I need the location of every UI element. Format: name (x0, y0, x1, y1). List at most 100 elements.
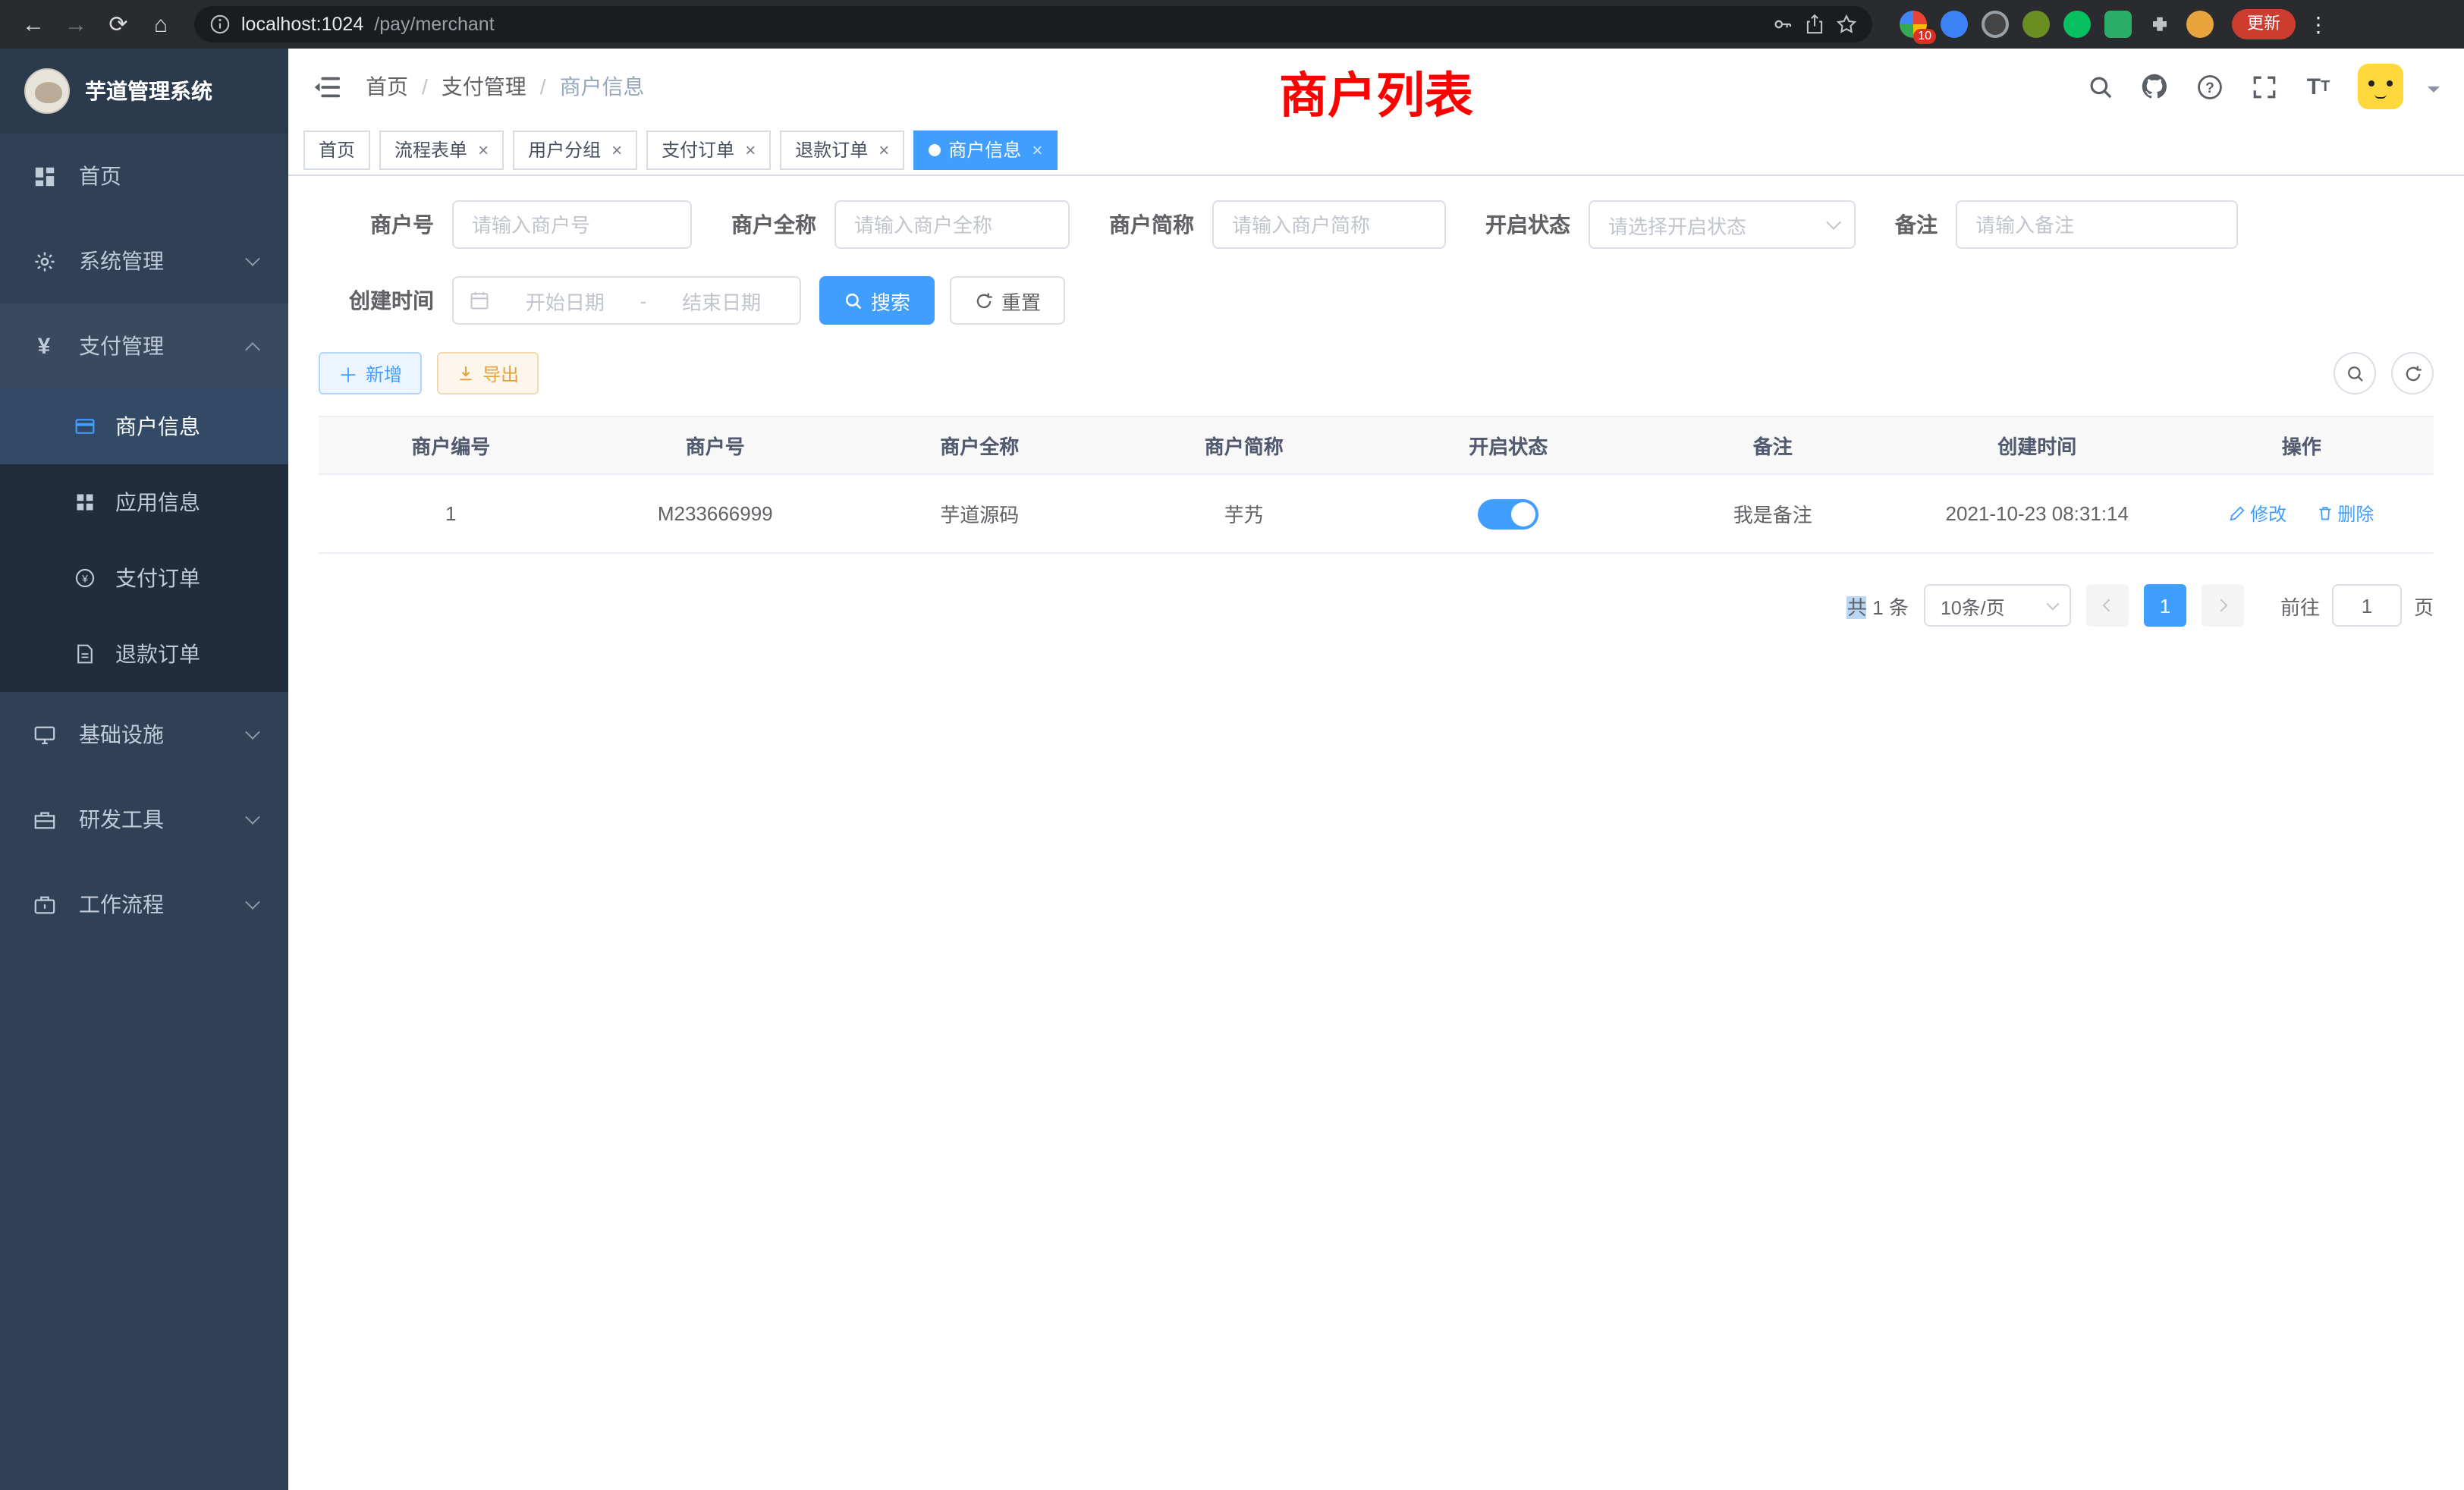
page-content: 商户号 商户全称 商户简称 开启状态 请选择开启状态 (288, 176, 2464, 1490)
home-icon[interactable]: ⌂ (143, 6, 179, 42)
extension-badge: 10 (1913, 29, 1936, 44)
close-icon[interactable]: × (611, 140, 622, 159)
extension-icon[interactable] (2022, 11, 2050, 38)
yen-icon: ¥ (30, 333, 58, 359)
profile-avatar-icon[interactable] (2186, 11, 2214, 38)
chevron-down-icon (1826, 215, 1841, 230)
app-title: 芋道管理系统 (85, 76, 212, 106)
tab-process-form[interactable]: 流程表单 × (379, 130, 504, 169)
coin-icon: ¥ (73, 567, 97, 589)
prev-page-button[interactable] (2086, 584, 2129, 627)
svg-text:?: ? (2205, 80, 2214, 96)
sidebar-item-workflow[interactable]: 工作流程 (0, 862, 288, 947)
col-remark: 备注 (1641, 417, 1906, 474)
sidebar-item-label: 首页 (79, 161, 121, 191)
chevron-down-icon (245, 809, 260, 825)
payment-submenu: 商户信息 应用信息 ¥ 支付订单 (0, 388, 288, 692)
close-icon[interactable]: × (478, 140, 489, 159)
merchant-short-input[interactable] (1212, 200, 1446, 249)
breadcrumb-payment[interactable]: 支付管理 (442, 71, 526, 102)
delete-link[interactable]: 删除 (2316, 501, 2374, 527)
tab-home[interactable]: 首页 (303, 130, 370, 169)
extension-icon[interactable]: 10 (1900, 11, 1927, 38)
col-status: 开启状态 (1376, 417, 1641, 474)
reset-button[interactable]: 重置 (950, 276, 1065, 325)
merchant-name-input[interactable] (834, 200, 1070, 249)
sidebar-item-dev-tools[interactable]: 研发工具 (0, 777, 288, 862)
cell-merchant-name: 芋道源码 (847, 474, 1112, 553)
app-logo[interactable]: 芋道管理系统 (0, 49, 288, 134)
goto-page-input[interactable] (2332, 584, 2402, 627)
extension-icon[interactable] (2063, 11, 2091, 38)
fullscreen-icon[interactable] (2249, 71, 2279, 102)
breadcrumb-current: 商户信息 (560, 71, 645, 102)
tab-user-group[interactable]: 用户分组 × (513, 130, 637, 169)
toggle-search-button[interactable] (2334, 352, 2376, 395)
table-header-row: 商户编号 商户号 商户全称 商户简称 开启状态 备注 创建时间 操作 (319, 417, 2434, 474)
sidebar-item-label: 系统管理 (79, 246, 164, 276)
card-icon (73, 416, 97, 437)
sidebar-item-label: 支付管理 (79, 331, 164, 361)
briefcase-icon (30, 893, 58, 916)
back-icon[interactable]: ← (15, 6, 52, 42)
edit-link[interactable]: 修改 (2229, 501, 2286, 527)
share-icon[interactable] (1804, 14, 1825, 35)
sidebar-item-label: 基础设施 (79, 719, 164, 750)
user-avatar[interactable] (2358, 64, 2403, 109)
table-row: 1 M233666999 芋道源码 芋艿 我是备注 2021-10-23 08:… (319, 474, 2434, 553)
sidebar-item-pay-order[interactable]: ¥ 支付订单 (0, 540, 288, 616)
plus-icon: ＋ (338, 359, 358, 388)
remark-input[interactable] (1956, 200, 2238, 249)
calendar-icon (469, 290, 490, 311)
export-button[interactable]: 导出 (437, 352, 539, 395)
reload-icon[interactable]: ⟳ (100, 6, 137, 42)
close-icon[interactable]: × (878, 140, 889, 159)
font-size-icon[interactable]: TT (2303, 71, 2334, 102)
sidebar-item-merchant-info[interactable]: 商户信息 (0, 388, 288, 464)
page-number-1[interactable]: 1 (2144, 584, 2186, 627)
sidebar-item-label: 工作流程 (79, 889, 164, 919)
close-icon[interactable]: × (1032, 140, 1042, 159)
refresh-button[interactable] (2391, 352, 2434, 395)
bookmark-star-icon[interactable] (1836, 14, 1857, 35)
browser-update-button[interactable]: 更新 (2232, 9, 2296, 39)
extension-icon[interactable] (2104, 11, 2132, 38)
extension-icon[interactable] (1982, 11, 2009, 38)
site-info-icon[interactable] (209, 14, 231, 35)
page-size-select[interactable]: 10条/页 (1924, 584, 2071, 627)
address-bar[interactable]: localhost:1024/pay/merchant (194, 6, 1872, 42)
tab-merchant-info[interactable]: 商户信息 × (913, 130, 1058, 169)
sidebar-item-app-info[interactable]: 应用信息 (0, 464, 288, 540)
sidebar-item-infrastructure[interactable]: 基础设施 (0, 692, 288, 777)
merchant-no-input[interactable] (452, 200, 692, 249)
tab-refund-order[interactable]: 退款订单 × (780, 130, 904, 169)
password-key-icon[interactable] (1772, 14, 1793, 35)
next-page-button[interactable] (2202, 584, 2244, 627)
sidebar-item-label: 支付订单 (115, 563, 200, 593)
github-icon[interactable] (2139, 71, 2170, 102)
tab-pay-order[interactable]: 支付订单 × (646, 130, 771, 169)
user-menu-caret-icon[interactable] (2428, 86, 2440, 99)
create-time-range-picker[interactable]: 开始日期 - 结束日期 (452, 276, 801, 325)
status-select[interactable]: 请选择开启状态 (1589, 200, 1856, 249)
sidebar-item-home[interactable]: 首页 (0, 134, 288, 218)
col-merchant-id: 商户编号 (319, 417, 583, 474)
sidebar-item-refund-order[interactable]: 退款订单 (0, 616, 288, 692)
search-button[interactable]: 搜索 (819, 276, 935, 325)
screen: ← → ⟳ ⌂ localhost:1024/pay/merchant 10 (0, 0, 2464, 1490)
filter-row-1: 商户号 商户全称 商户简称 开启状态 请选择开启状态 (319, 200, 2434, 249)
sidebar-item-system[interactable]: 系统管理 (0, 218, 288, 303)
extension-icon[interactable] (1941, 11, 1968, 38)
search-icon[interactable] (2085, 71, 2115, 102)
add-button[interactable]: ＋ 新增 (319, 352, 422, 395)
browser-menu-icon[interactable]: ⋮ (2308, 11, 2329, 37)
help-icon[interactable]: ? (2194, 71, 2224, 102)
breadcrumb-home[interactable]: 首页 (366, 71, 408, 102)
close-icon[interactable]: × (745, 140, 756, 159)
monitor-icon (30, 723, 58, 746)
hamburger-icon[interactable] (313, 74, 341, 99)
forward-icon[interactable]: → (58, 6, 94, 42)
puzzle-extensions-icon[interactable] (2145, 11, 2173, 38)
status-toggle[interactable] (1478, 498, 1538, 529)
sidebar-item-payment[interactable]: ¥ 支付管理 (0, 303, 288, 388)
